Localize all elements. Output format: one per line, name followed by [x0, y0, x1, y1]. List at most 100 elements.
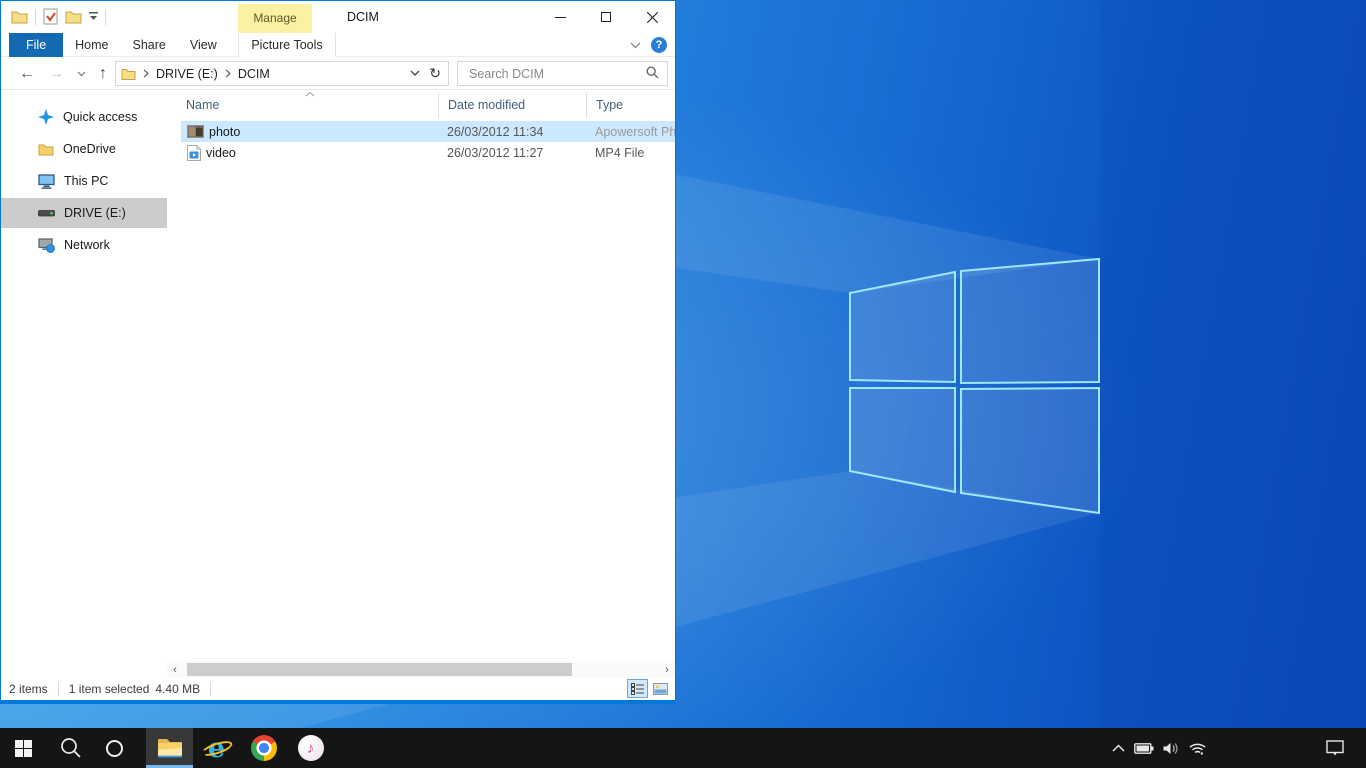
- scroll-left-arrow[interactable]: ‹: [167, 664, 183, 676]
- tray-chevron-up-icon[interactable]: [1112, 744, 1125, 752]
- taskbar-file-explorer-button[interactable]: [146, 728, 193, 768]
- close-button[interactable]: [629, 1, 675, 33]
- scroll-right-arrow[interactable]: ›: [659, 664, 675, 676]
- large-icons-view-button[interactable]: [650, 679, 671, 698]
- maximize-button[interactable]: [583, 1, 629, 33]
- action-center-icon: [1326, 740, 1344, 756]
- file-type: MP4 File: [586, 146, 675, 160]
- horizontal-scrollbar[interactable]: ‹ ›: [167, 661, 675, 678]
- file-list-area: Name Date modified Type photo 26/03/2012…: [167, 90, 675, 678]
- taskbar: e ♪: [0, 728, 1366, 768]
- large-icons-view-icon: [653, 683, 668, 695]
- scrollbar-track[interactable]: [183, 661, 659, 678]
- tab-share[interactable]: Share: [121, 33, 178, 57]
- chrome-icon: [251, 735, 277, 761]
- tab-home[interactable]: Home: [63, 33, 120, 57]
- file-row-photo[interactable]: photo 26/03/2012 11:34 Apowersoft Pho: [181, 121, 675, 142]
- column-header-name[interactable]: Name: [167, 93, 438, 118]
- video-file-icon: [187, 145, 201, 161]
- forward-button[interactable]: →: [48, 66, 64, 82]
- tab-view[interactable]: View: [178, 33, 229, 57]
- sidebar-item-label: Network: [64, 238, 110, 252]
- battery-icon[interactable]: [1134, 743, 1154, 754]
- breadcrumb-chevron-icon: [225, 69, 231, 78]
- refresh-icon[interactable]: ↻: [429, 65, 441, 82]
- sidebar-item-label: DRIVE (E:): [64, 206, 126, 220]
- tab-file[interactable]: File: [9, 33, 63, 57]
- start-button[interactable]: [0, 728, 47, 768]
- column-header-date-modified[interactable]: Date modified: [438, 93, 586, 118]
- sidebar-item-this-pc[interactable]: This PC: [1, 166, 167, 196]
- file-name: video: [206, 146, 236, 160]
- address-dropdown-chevron-icon[interactable]: [410, 70, 420, 77]
- wifi-icon[interactable]: [1189, 742, 1206, 755]
- scrollbar-thumb[interactable]: [187, 663, 572, 676]
- internet-explorer-icon: e: [202, 734, 232, 762]
- sidebar-item-label: Quick access: [63, 110, 137, 124]
- search-icon[interactable]: [646, 66, 659, 79]
- address-bar-row: ← → ↑ DRIVE (E:) DCIM ↻ Search DCIM: [1, 57, 675, 90]
- volume-icon[interactable]: [1163, 742, 1180, 755]
- search-icon: [60, 737, 82, 759]
- sidebar-item-network[interactable]: Network: [1, 230, 167, 260]
- address-breadcrumb[interactable]: DRIVE (E:) DCIM ↻: [115, 61, 449, 86]
- file-explorer-window: Manage DCIM File Home Share View Picture…: [0, 0, 676, 704]
- cortana-button[interactable]: [94, 728, 134, 768]
- onedrive-folder-icon: [38, 142, 54, 156]
- back-button[interactable]: ←: [19, 66, 35, 82]
- file-name: photo: [209, 125, 240, 139]
- quick-access-star-icon: [38, 109, 54, 125]
- photo-thumbnail-icon: [187, 125, 204, 138]
- folder-icon[interactable]: [11, 9, 28, 24]
- selection-size: 4.40 MB: [155, 682, 200, 696]
- toolbar-separator: [35, 9, 36, 25]
- breadcrumb-segment-folder[interactable]: DCIM: [238, 67, 270, 81]
- network-icon: [38, 238, 55, 253]
- help-button[interactable]: ?: [651, 37, 667, 53]
- details-view-icon: [631, 683, 644, 695]
- tab-picture-tools[interactable]: Picture Tools: [238, 33, 336, 57]
- maximize-icon: [601, 12, 611, 22]
- details-view-button[interactable]: [627, 679, 648, 698]
- file-type: Apowersoft Pho: [586, 125, 675, 139]
- action-center-button[interactable]: [1326, 728, 1344, 768]
- drive-icon: [38, 208, 55, 218]
- sort-ascending-caret-icon: [305, 92, 315, 97]
- file-explorer-icon: [156, 737, 184, 759]
- taskbar-search-button[interactable]: [47, 728, 94, 768]
- breadcrumb-segment-drive[interactable]: DRIVE (E:): [156, 67, 218, 81]
- taskbar-internet-explorer-button[interactable]: e: [193, 728, 240, 768]
- system-tray: [1112, 728, 1206, 768]
- column-headers: Name Date modified Type: [167, 93, 675, 118]
- main-area: Quick access OneDrive This PC DRIVE (E:)…: [1, 90, 675, 678]
- cortana-icon: [106, 740, 123, 757]
- minimize-button[interactable]: [537, 1, 583, 33]
- sidebar-item-onedrive[interactable]: OneDrive: [1, 134, 167, 164]
- itunes-icon: ♪: [298, 735, 324, 761]
- items-count: 2 items: [9, 682, 48, 696]
- status-bar: 2 items 1 item selected 4.40 MB: [1, 678, 675, 700]
- file-row-video[interactable]: video 26/03/2012 11:27 MP4 File: [181, 142, 675, 163]
- toolbar-separator: [105, 9, 106, 25]
- taskbar-itunes-button[interactable]: ♪: [287, 728, 334, 768]
- column-header-type[interactable]: Type: [586, 93, 675, 118]
- breadcrumb-chevron-icon: [143, 69, 149, 78]
- close-icon: [647, 12, 658, 23]
- expand-ribbon-chevron-icon[interactable]: [630, 42, 641, 49]
- up-button[interactable]: ↑: [99, 66, 107, 82]
- properties-check-icon[interactable]: [43, 8, 58, 25]
- sidebar-item-drive-e[interactable]: DRIVE (E:): [1, 198, 167, 228]
- taskbar-chrome-button[interactable]: [240, 728, 287, 768]
- ribbon-tab-row: File Home Share View Picture Tools ?: [1, 33, 675, 57]
- recent-locations-chevron-icon[interactable]: [77, 71, 86, 77]
- contextual-tab-group-manage[interactable]: Manage: [238, 4, 312, 33]
- sidebar-item-label: OneDrive: [63, 142, 116, 156]
- new-folder-icon[interactable]: [65, 9, 82, 24]
- file-date-modified: 26/03/2012 11:27: [438, 146, 586, 160]
- search-input[interactable]: Search DCIM: [457, 61, 668, 86]
- sidebar-item-quick-access[interactable]: Quick access: [1, 102, 167, 132]
- this-pc-monitor-icon: [38, 174, 55, 189]
- customize-toolbar-dropdown-icon[interactable]: [89, 12, 98, 21]
- selection-count: 1 item selected: [69, 682, 150, 696]
- quick-access-toolbar: [11, 8, 106, 25]
